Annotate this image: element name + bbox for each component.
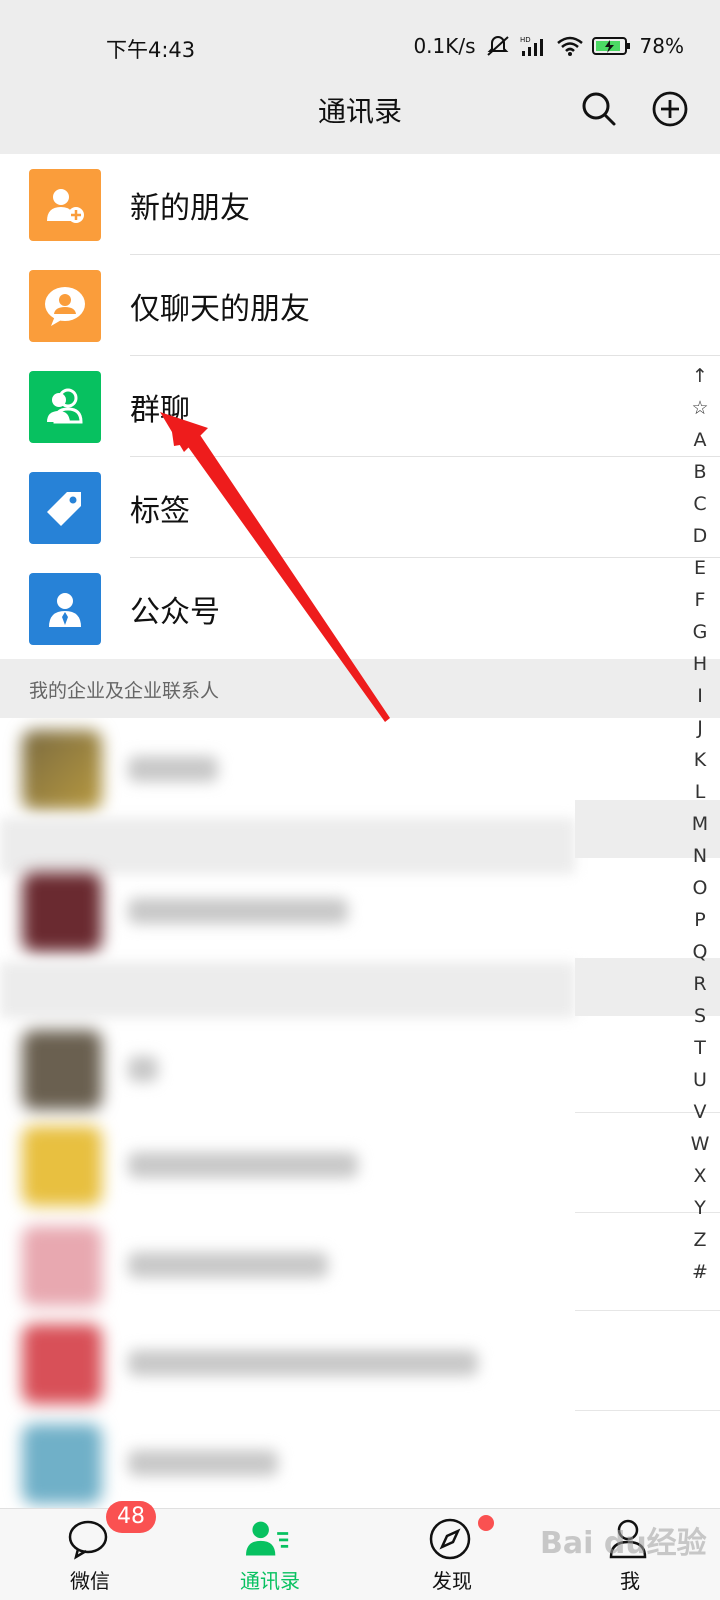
watermark: Bai du经验 — [540, 1526, 707, 1561]
avatar — [22, 1126, 102, 1206]
tab-discover[interactable]: 发现 — [392, 1509, 512, 1600]
battery-percent: 78% — [639, 34, 684, 58]
avatar — [22, 1226, 102, 1306]
nav-header: 通讯录 — [0, 72, 720, 154]
contact-name — [128, 1350, 478, 1376]
contact-name — [128, 1252, 328, 1278]
list-item[interactable] — [0, 1018, 575, 1118]
compass-icon — [429, 1518, 471, 1560]
index-letter[interactable]: L — [680, 776, 720, 808]
menu-item-label: 公众号 — [130, 594, 220, 630]
index-letter[interactable]: W — [680, 1128, 720, 1160]
official-account-icon — [29, 572, 101, 645]
svg-text:HD: HD — [520, 36, 531, 44]
signal-icon: HD — [520, 36, 543, 56]
net-speed: 0.1K/s — [413, 34, 476, 58]
wifi-icon — [556, 36, 583, 56]
index-letter[interactable]: O — [680, 872, 720, 904]
battery-icon — [591, 37, 630, 55]
chat-only-icon — [29, 269, 101, 342]
tab-contacts[interactable]: 通讯录 — [210, 1509, 330, 1600]
index-letter[interactable]: ☆ — [680, 392, 720, 424]
index-letter[interactable]: S — [680, 1000, 720, 1032]
list-item[interactable] — [0, 1312, 575, 1412]
tab-chats[interactable]: 48 微信 — [30, 1501, 156, 1600]
section-header: 我的企业及企业联系人 — [0, 659, 720, 718]
avatar — [22, 1324, 102, 1404]
group-icon — [29, 370, 101, 443]
menu-item-label: 标签 — [130, 493, 190, 529]
menu-item-new-friends[interactable]: 新的朋友 — [0, 154, 720, 255]
avatar — [22, 872, 102, 952]
mute-icon — [486, 36, 509, 56]
index-letter[interactable]: ↑ — [680, 360, 720, 392]
menu-item-label: 仅聊天的朋友 — [130, 291, 310, 327]
index-letter[interactable]: J — [680, 712, 720, 744]
index-letter[interactable]: M — [680, 808, 720, 840]
avatar — [22, 1030, 102, 1110]
index-letter[interactable]: H — [680, 648, 720, 680]
tab-label: 发现 — [432, 1569, 472, 1593]
index-letter[interactable]: K — [680, 744, 720, 776]
tab-label: 微信 — [70, 1569, 110, 1593]
index-letter[interactable]: B — [680, 456, 720, 488]
menu-item-label: 群聊 — [130, 392, 190, 428]
divider — [575, 1310, 720, 1311]
divider — [0, 962, 575, 1018]
contacts-menu: 新的朋友 仅聊天的朋友 群聊 标签 公众号 — [0, 154, 720, 659]
index-letter[interactable]: F — [680, 584, 720, 616]
index-letter[interactable]: V — [680, 1096, 720, 1128]
index-letter[interactable]: Q — [680, 936, 720, 968]
index-letter[interactable]: E — [680, 552, 720, 584]
list-item[interactable] — [0, 1412, 575, 1508]
list-item[interactable] — [0, 1214, 575, 1314]
add-friend-icon — [29, 168, 101, 241]
index-letter[interactable]: U — [680, 1064, 720, 1096]
contact-name — [128, 756, 218, 782]
tag-icon — [29, 471, 101, 544]
index-letter[interactable]: I — [680, 680, 720, 712]
index-letter[interactable]: Z — [680, 1224, 720, 1256]
avatar — [22, 730, 102, 810]
list-item[interactable] — [0, 860, 575, 960]
index-letter[interactable]: C — [680, 488, 720, 520]
chat-icon — [68, 1520, 108, 1560]
contacts-icon — [246, 1521, 289, 1556]
list-item[interactable] — [0, 1114, 575, 1214]
search-icon[interactable] — [580, 90, 618, 128]
index-letter[interactable]: R — [680, 968, 720, 1000]
contact-list — [0, 718, 720, 1508]
index-letter[interactable]: X — [680, 1160, 720, 1192]
menu-item-group-chats[interactable]: 群聊 — [0, 356, 720, 457]
index-letter[interactable]: A — [680, 424, 720, 456]
menu-item-tags[interactable]: 标签 — [0, 457, 720, 558]
contact-name — [128, 1450, 278, 1476]
index-letter[interactable]: N — [680, 840, 720, 872]
unread-badge: 48 — [106, 1501, 156, 1533]
contact-name — [128, 1152, 358, 1178]
status-time: 下午4:43 — [106, 38, 196, 62]
section-title: 我的企业及企业联系人 — [29, 680, 220, 702]
status-indicators: 0.1K/s HD 78% — [413, 34, 684, 58]
avatar — [22, 1424, 102, 1504]
index-letter[interactable]: G — [680, 616, 720, 648]
index-letter[interactable]: P — [680, 904, 720, 936]
alphabet-index[interactable]: ↑ ☆ A B C D E F G H I J K L M N O P Q R S T U V W X Y Z # — [680, 360, 720, 1288]
add-circle-icon[interactable] — [651, 90, 689, 128]
divider — [575, 1410, 720, 1411]
tab-label: 通讯录 — [240, 1569, 300, 1593]
index-letter[interactable]: Y — [680, 1192, 720, 1224]
contact-name — [128, 898, 348, 924]
index-letter[interactable]: # — [680, 1256, 720, 1288]
menu-item-official-accounts[interactable]: 公众号 — [0, 558, 720, 659]
index-letter[interactable]: T — [680, 1032, 720, 1064]
index-letter[interactable]: D — [680, 520, 720, 552]
menu-item-chat-only-friends[interactable]: 仅聊天的朋友 — [0, 255, 720, 356]
menu-item-label: 新的朋友 — [130, 190, 250, 226]
notification-dot — [478, 1515, 494, 1531]
list-item[interactable] — [0, 718, 575, 818]
contact-name — [128, 1056, 158, 1082]
tab-label: 我 — [620, 1569, 640, 1593]
